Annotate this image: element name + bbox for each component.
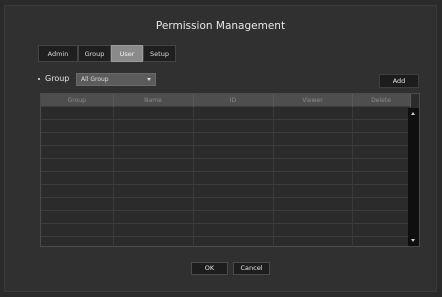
table-cell: [113, 236, 194, 249]
add-button[interactable]: Add: [379, 74, 419, 88]
group-filter-label: Group: [38, 74, 69, 83]
table-cell: [273, 236, 353, 249]
table-cell: [273, 197, 353, 211]
table-cell: [352, 106, 411, 120]
tab-setup[interactable]: Setup: [143, 45, 176, 62]
tab-admin[interactable]: Admin: [38, 45, 78, 62]
table-cell: [193, 210, 274, 224]
table-cell: [273, 171, 353, 185]
ok-button[interactable]: OK: [191, 262, 228, 275]
table-cell: [193, 223, 274, 237]
cancel-button[interactable]: Cancel: [233, 262, 270, 275]
table-cell: [113, 223, 194, 237]
table-scrollbar[interactable]: [408, 108, 419, 246]
table-row[interactable]: [41, 210, 411, 224]
table-cell: [273, 184, 353, 198]
tab-bar: Admin Group User Setup: [38, 45, 176, 62]
table-cell: [273, 158, 353, 172]
user-table-grid: Group Name ID Viewer Delete: [41, 94, 411, 249]
table-cell: [41, 132, 114, 146]
column-header-viewer[interactable]: Viewer: [273, 94, 353, 107]
table-cell: [113, 145, 194, 159]
table-cell: [352, 119, 411, 133]
table-cell: [41, 106, 114, 120]
table-cell: [352, 236, 411, 249]
table-cell: [193, 184, 274, 198]
table-row[interactable]: [41, 132, 411, 146]
table-cell: [113, 184, 194, 198]
table-row[interactable]: [41, 119, 411, 133]
column-header-id[interactable]: ID: [193, 94, 274, 107]
scroll-up-icon[interactable]: [411, 112, 415, 115]
table-cell: [41, 184, 114, 198]
table-cell: [352, 184, 411, 198]
table-header-row: Group Name ID Viewer Delete: [41, 94, 411, 107]
group-label-text: Group: [45, 74, 70, 83]
table-cell: [193, 236, 274, 249]
table-cell: [193, 158, 274, 172]
chevron-down-icon: [147, 78, 151, 81]
user-table: Group Name ID Viewer Delete: [40, 93, 420, 249]
table-cell: [41, 197, 114, 211]
table-cell: [113, 171, 194, 185]
table-cell: [193, 145, 274, 159]
table-cell: [113, 210, 194, 224]
table-cell: [352, 145, 411, 159]
table-cell: [273, 119, 353, 133]
table-cell: [352, 223, 411, 237]
permission-management-dialog: Permission Management Admin Group User S…: [4, 5, 437, 292]
table-row[interactable]: [41, 197, 411, 211]
table-cell: [193, 171, 274, 185]
table-cell: [352, 158, 411, 172]
table-cell: [193, 119, 274, 133]
group-select-value: All Group: [81, 76, 109, 83]
table-row[interactable]: [41, 236, 411, 249]
table-body: [41, 106, 411, 249]
table-cell: [41, 158, 114, 172]
table-cell: [41, 119, 114, 133]
table-cell: [273, 210, 353, 224]
table-cell: [352, 197, 411, 211]
table-cell: [113, 197, 194, 211]
table-row[interactable]: [41, 171, 411, 185]
table-cell: [273, 132, 353, 146]
table-cell: [193, 132, 274, 146]
table-cell: [113, 158, 194, 172]
column-header-delete[interactable]: Delete: [352, 94, 411, 107]
table-cell: [41, 145, 114, 159]
tab-group[interactable]: Group: [78, 45, 111, 62]
column-header-group[interactable]: Group: [41, 94, 114, 107]
table-cell: [193, 106, 274, 120]
column-header-name[interactable]: Name: [113, 94, 194, 107]
table-cell: [113, 119, 194, 133]
table-cell: [113, 106, 194, 120]
scroll-down-icon[interactable]: [411, 239, 415, 242]
table-cell: [273, 145, 353, 159]
bullet-icon: [38, 77, 40, 80]
table-cell: [273, 223, 353, 237]
tab-user[interactable]: User: [111, 45, 143, 62]
table-cell: [41, 236, 114, 249]
table-row[interactable]: [41, 223, 411, 237]
group-select[interactable]: All Group: [76, 73, 156, 86]
table-cell: [193, 197, 274, 211]
table-cell: [352, 210, 411, 224]
dialog-title: Permission Management: [155, 20, 286, 32]
table-cell: [41, 223, 114, 237]
table-row[interactable]: [41, 106, 411, 120]
table-row[interactable]: [41, 145, 411, 159]
table-cell: [41, 210, 114, 224]
table-row[interactable]: [41, 158, 411, 172]
table-row[interactable]: [41, 184, 411, 198]
table-cell: [41, 171, 114, 185]
table-cell: [352, 132, 411, 146]
table-cell: [273, 106, 353, 120]
table-cell: [113, 132, 194, 146]
table-cell: [352, 171, 411, 185]
